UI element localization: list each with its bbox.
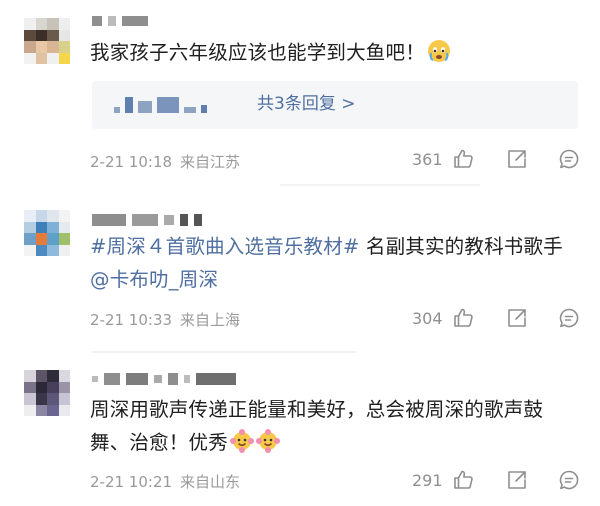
comment-text: 周深用歌声传递正能量和美好，总会被周深的歌声鼓舞、治愈！优秀 [90,393,580,459]
action-bar: 291 [412,469,580,491]
location: 来自山东 [180,473,241,491]
like-count: 291 [412,470,443,490]
comment-icon[interactable] [558,469,580,491]
share-icon[interactable] [506,469,528,491]
comment-3: 周深用歌声传递正能量和美好，总会被周深的歌声鼓舞、治愈！优秀 2-21 10:2… [0,0,600,506]
comment-meta: 2-21 10:21 来自山东 [90,471,240,492]
timestamp: 2-21 10:21 [90,473,173,491]
username-blurred[interactable] [92,372,236,386]
thumbs-up-icon[interactable] [452,469,474,491]
avatar[interactable] [24,370,70,416]
flower-face-icon [229,429,254,453]
flower-face-icon [255,429,280,453]
comment-body: 周深用歌声传递正能量和美好，总会被周深的歌声鼓舞、治愈！优秀 [90,398,544,454]
